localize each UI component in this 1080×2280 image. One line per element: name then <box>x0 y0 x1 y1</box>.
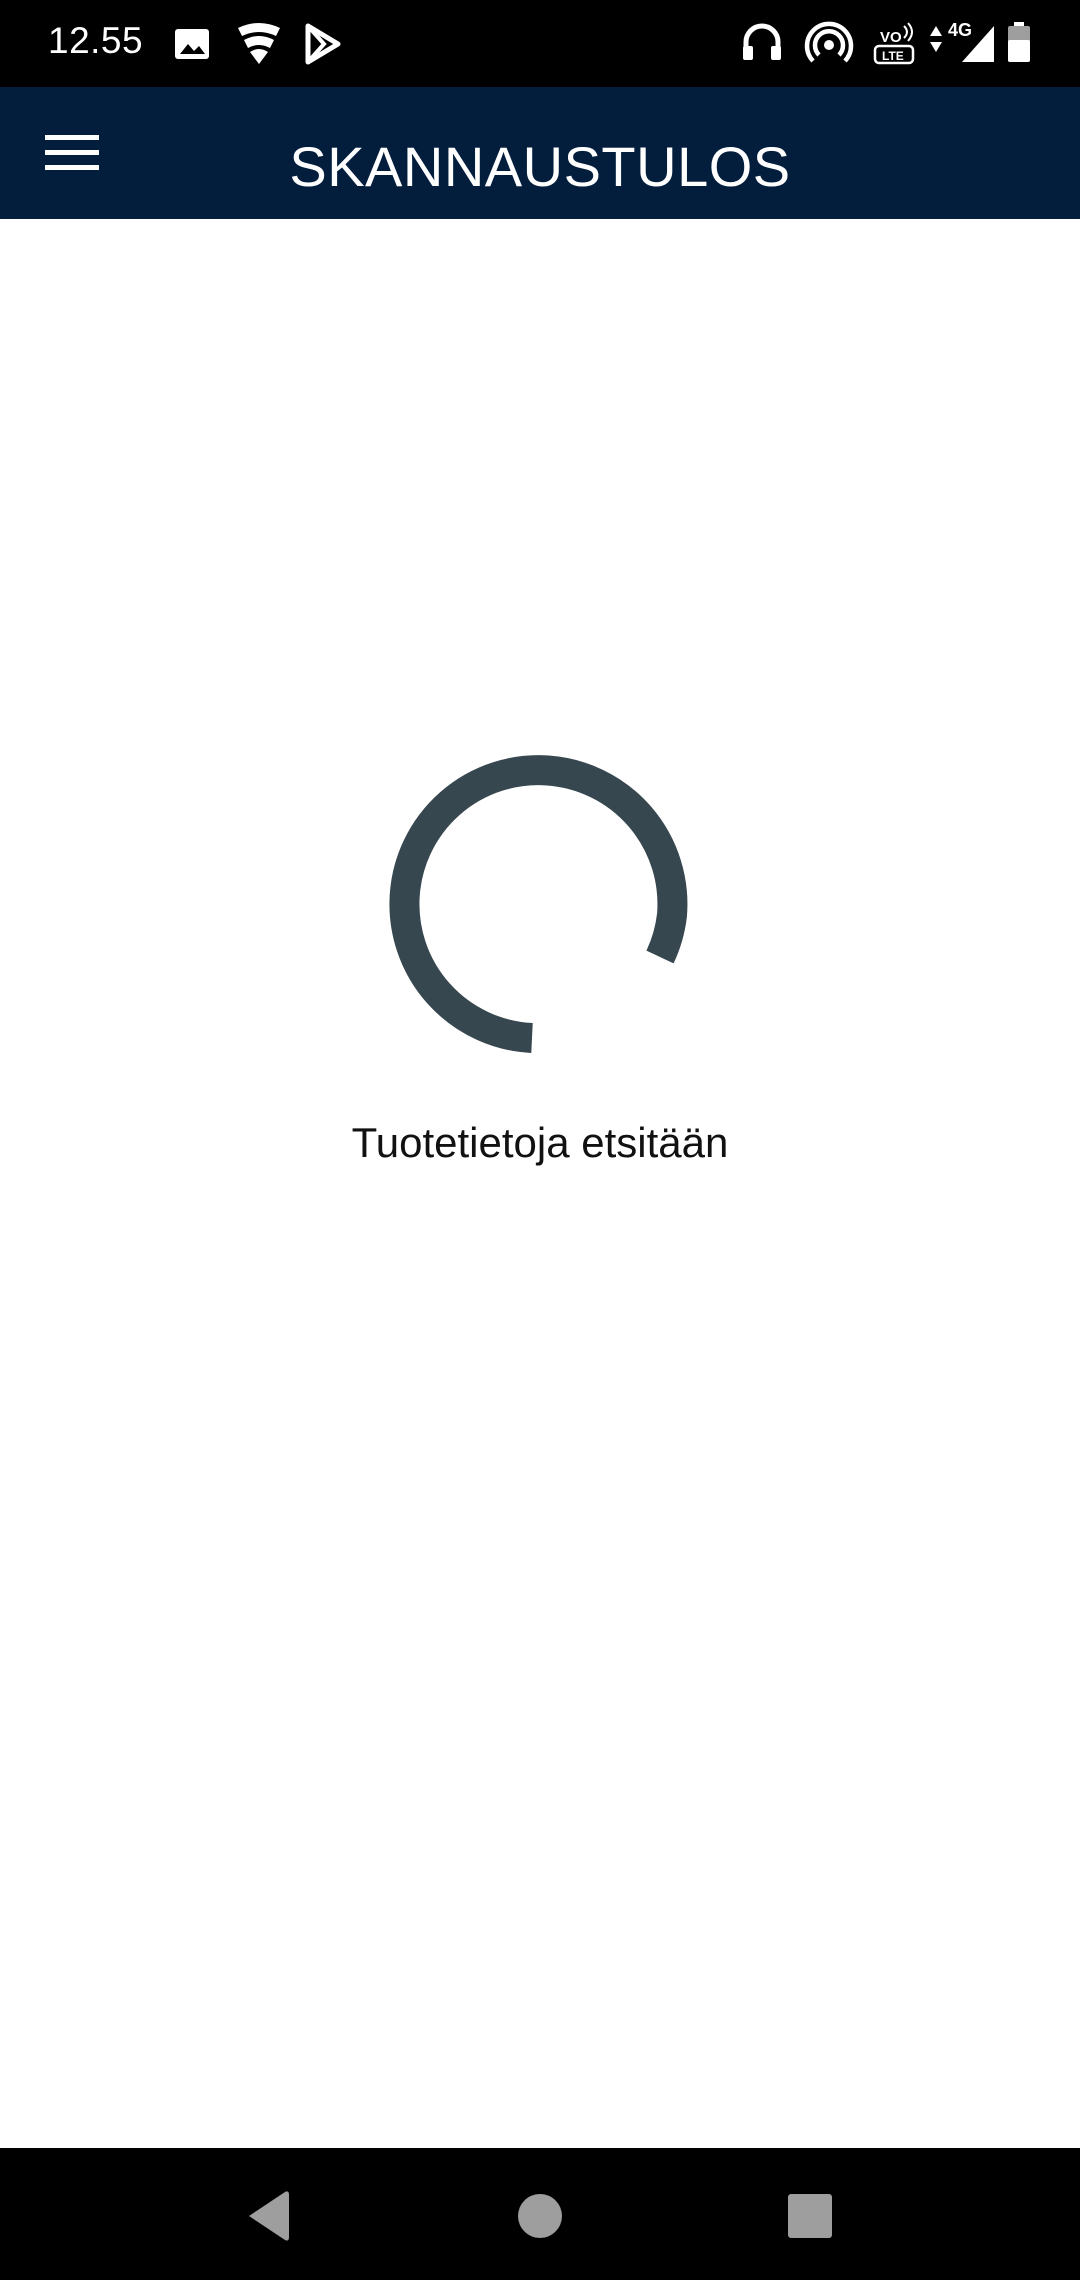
main-content: Tuotetietoja etsitään <box>0 219 1080 2148</box>
play-store-icon <box>305 23 341 65</box>
volte-icon: VO LTE <box>873 22 915 65</box>
navigation-bar <box>0 2148 1080 2280</box>
screen: 12.55 VO LTE 4G SKANNAUSTULOS Tuotetieto… <box>0 0 1080 2280</box>
data-arrows-icon <box>930 26 942 52</box>
headphones-icon <box>743 23 781 60</box>
recents-icon <box>788 2194 832 2238</box>
svg-text:LTE: LTE <box>882 49 904 63</box>
loading-spinner <box>389 755 688 1053</box>
recents-button[interactable] <box>772 2178 848 2254</box>
loading-message: Tuotetietoja etsitään <box>351 1119 729 1166</box>
status-bar: 12.55 VO LTE 4G <box>0 0 1080 87</box>
hotspot-icon <box>804 21 854 63</box>
home-button[interactable] <box>502 2178 578 2254</box>
page-title: SKANNAUSTULOS <box>289 135 791 198</box>
status-time: 12.55 <box>48 20 144 61</box>
svg-text:VO: VO <box>880 29 902 46</box>
back-button[interactable] <box>229 2178 305 2254</box>
image-icon <box>175 29 209 59</box>
back-icon <box>249 2191 289 2241</box>
battery-icon <box>1008 22 1030 62</box>
vpn-shield-icon <box>238 23 280 64</box>
signal-icon <box>962 26 994 62</box>
app-bar: SKANNAUSTULOS <box>0 87 1080 219</box>
home-icon <box>518 2194 562 2238</box>
